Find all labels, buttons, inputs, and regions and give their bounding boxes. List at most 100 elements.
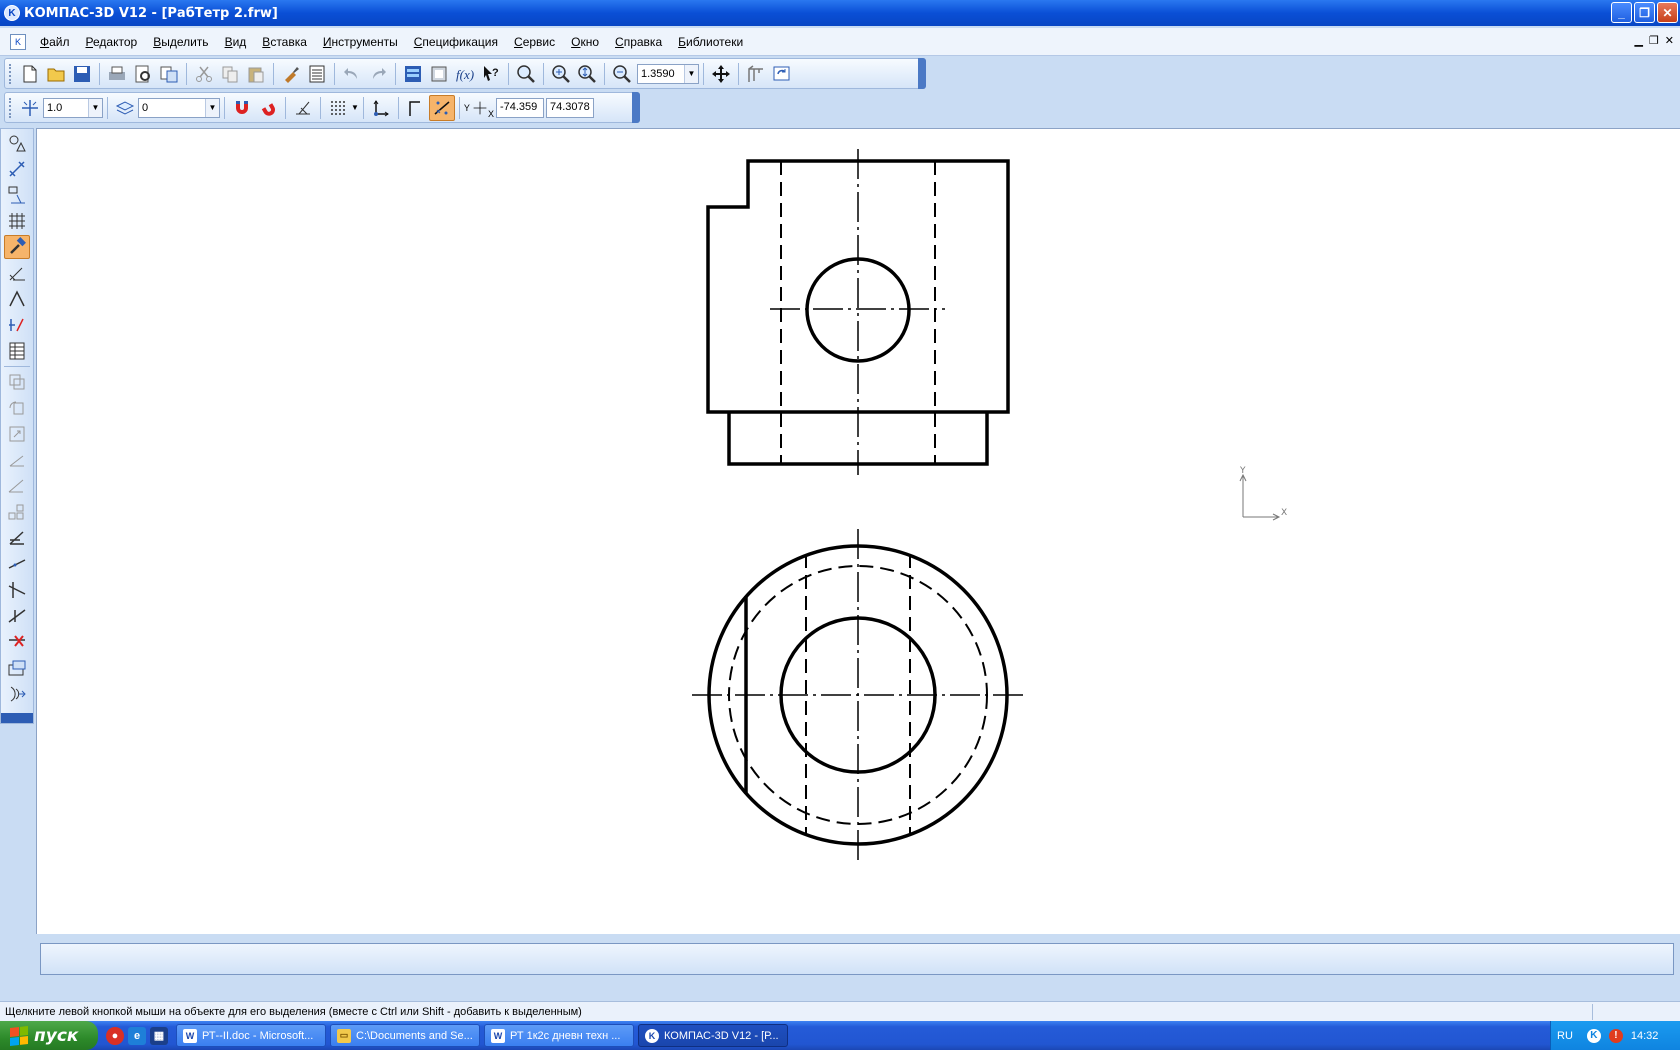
coord-y-field[interactable]: 74.3078 <box>545 97 594 118</box>
menu-select[interactable]: Выделить <box>145 35 216 49</box>
move-button[interactable] <box>4 370 30 394</box>
coord-x-field[interactable]: -74.359 <box>495 97 544 118</box>
toolbar-grip[interactable] <box>9 97 13 118</box>
redo-button[interactable] <box>365 61 391 87</box>
menu-tools[interactable]: Инструменты <box>315 35 406 49</box>
rebuild-button[interactable] <box>743 61 769 87</box>
layer-button[interactable] <box>112 95 138 121</box>
media-icon[interactable]: ▦ <box>150 1026 168 1045</box>
tray-app-icon[interactable]: K <box>1586 1028 1601 1043</box>
snap-mode-button[interactable] <box>428 94 455 121</box>
copy-button[interactable] <box>217 61 243 87</box>
taskbar-item-word-2[interactable]: W РТ 1к2с дневн техн ... <box>484 1024 634 1047</box>
minimize-button[interactable]: _ <box>1611 2 1632 23</box>
deform-button[interactable] <box>4 526 30 550</box>
chevron-down-icon[interactable]: ▼ <box>351 103 359 112</box>
measure-panel-button[interactable] <box>4 261 30 285</box>
restore-button[interactable]: ❐ <box>1634 2 1655 23</box>
chevron-down-icon[interactable]: ▼ <box>684 64 698 83</box>
help-pointer-button[interactable]: ? <box>478 61 504 87</box>
split-button[interactable] <box>4 604 30 628</box>
refresh-button[interactable] <box>769 61 795 87</box>
zoom-window-button[interactable] <box>513 61 539 87</box>
menu-specification[interactable]: Спецификация <box>406 35 506 49</box>
associative-views-panel-button[interactable] <box>4 313 30 337</box>
rotate-button[interactable] <box>4 396 30 420</box>
undo-button[interactable] <box>339 61 365 87</box>
step-combo[interactable]: 1.0 ▼ <box>43 97 103 118</box>
menu-insert[interactable]: Вставка <box>254 35 315 49</box>
trim-button[interactable] <box>4 552 30 576</box>
menu-file[interactable]: Файл <box>32 35 78 49</box>
chevron-down-icon[interactable]: ▼ <box>88 98 102 117</box>
snap-local-button[interactable] <box>229 95 255 121</box>
local-cs-button[interactable] <box>368 95 394 121</box>
tree-panel-button[interactable] <box>400 61 426 87</box>
menu-window[interactable]: Окно <box>563 35 607 49</box>
fragment-button[interactable] <box>4 656 30 680</box>
delete-part-button[interactable] <box>4 630 30 654</box>
parametric-mode-button[interactable] <box>403 95 429 121</box>
word-icon: W <box>491 1028 505 1043</box>
print-preview-button[interactable] <box>130 61 156 87</box>
zoom-combo[interactable]: 1.3590 ▼ <box>637 63 699 84</box>
doc-close-icon[interactable]: ✕ <box>1665 34 1674 47</box>
dimensions-panel-button[interactable] <box>4 157 30 181</box>
functions-button[interactable]: f(x) <box>452 61 478 87</box>
editing-panel-button[interactable] <box>4 209 30 233</box>
manager-button[interactable] <box>156 61 182 87</box>
variables-button[interactable] <box>426 61 452 87</box>
taskbar-item-kompas[interactable]: K КОМПАС-3D V12 - [Р... <box>638 1024 788 1047</box>
document-icon[interactable]: K <box>10 33 26 50</box>
menu-view[interactable]: Вид <box>217 35 255 49</box>
panel-expand-button[interactable] <box>1 713 33 723</box>
menu-service[interactable]: Сервис <box>506 35 563 49</box>
drawing-canvas[interactable]: Y X <box>36 128 1680 934</box>
zoom-scale-button[interactable] <box>609 61 635 87</box>
spec-panel-button[interactable] <box>4 339 30 363</box>
internet-explorer-icon[interactable]: e <box>128 1026 146 1045</box>
copy-properties-button[interactable] <box>278 61 304 87</box>
symmetry-button[interactable] <box>4 448 30 472</box>
open-button[interactable] <box>43 61 69 87</box>
cut-button[interactable] <box>191 61 217 87</box>
close-button[interactable]: ✕ <box>1657 2 1678 23</box>
toolbar-overflow-button[interactable] <box>918 58 926 89</box>
zoom-in-button[interactable] <box>548 61 574 87</box>
toolbar-grip[interactable] <box>9 63 13 84</box>
start-button[interactable]: пуск <box>0 1021 98 1050</box>
menu-help[interactable]: Справка <box>607 35 670 49</box>
select-panel-button[interactable] <box>4 287 30 311</box>
doc-minimize-icon[interactable]: ▁ <box>1634 34 1642 47</box>
paste-button[interactable] <box>243 61 269 87</box>
cursor-step-button[interactable] <box>17 95 43 121</box>
chrome-icon[interactable]: ● <box>106 1026 124 1045</box>
equidistant-button[interactable] <box>4 682 30 706</box>
language-indicator[interactable]: RU <box>1557 1030 1573 1042</box>
designations-panel-button[interactable] <box>4 183 30 207</box>
menu-libraries[interactable]: Библиотеки <box>670 35 751 49</box>
chevron-down-icon[interactable]: ▼ <box>205 98 219 117</box>
grid-button[interactable] <box>325 95 351 121</box>
copy-objects-button[interactable] <box>4 474 30 498</box>
toolbar-overflow-button[interactable] <box>632 92 640 123</box>
print-button[interactable] <box>104 61 130 87</box>
zoom-dynamic-button[interactable] <box>574 61 600 87</box>
array-button[interactable] <box>4 500 30 524</box>
doc-restore-icon[interactable]: ❐ <box>1649 34 1659 47</box>
pan-button[interactable] <box>708 61 734 87</box>
orthogonal-button[interactable] <box>290 95 316 121</box>
properties-button[interactable] <box>304 61 330 87</box>
layer-combo[interactable]: 0 ▼ <box>138 97 220 118</box>
taskbar-item-word-1[interactable]: W РТ--II.doc - Microsoft... <box>176 1024 326 1047</box>
geometry-panel-button[interactable] <box>4 131 30 155</box>
parametrization-panel-button[interactable] <box>4 235 30 259</box>
taskbar-item-explorer[interactable]: ▭ C:\Documents and Se... <box>330 1024 480 1047</box>
alert-icon[interactable]: ! <box>1608 1028 1623 1043</box>
menu-editor[interactable]: Редактор <box>78 35 146 49</box>
snap-global-button[interactable] <box>255 95 281 121</box>
break-button[interactable] <box>4 578 30 602</box>
scale-button[interactable] <box>4 422 30 446</box>
save-button[interactable] <box>69 61 95 87</box>
new-document-button[interactable] <box>17 61 43 87</box>
